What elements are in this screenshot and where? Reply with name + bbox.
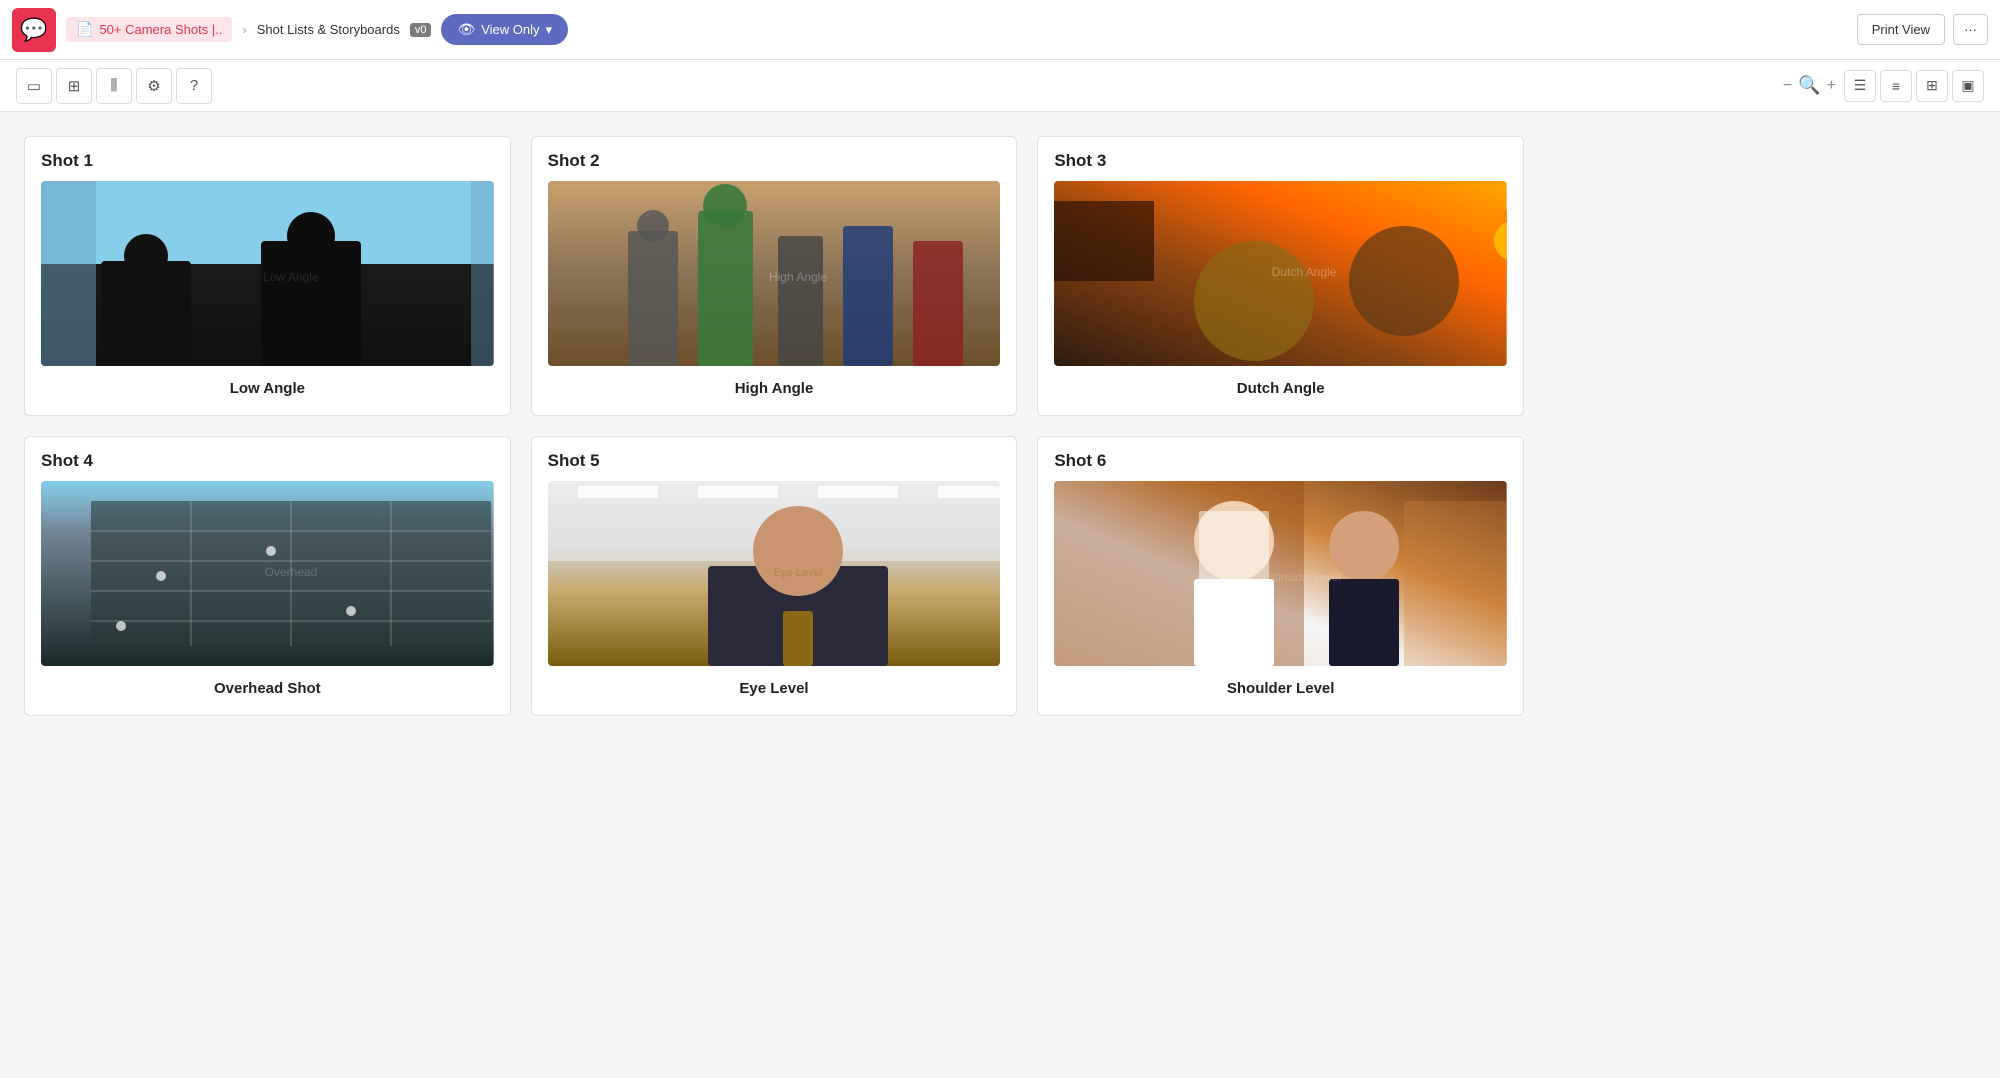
single-column-tool[interactable]: ▭ [16,68,52,104]
view-grid-button[interactable]: ⊞ [1916,70,1948,102]
help-icon: ? [190,77,198,94]
shot-title: Shot 5 [532,437,1017,481]
doc-breadcrumb[interactable]: 📄 50+ Camera Shots |.. [66,17,232,42]
view-only-label: View Only [481,22,539,37]
shot-card-2[interactable]: Shot 2 High Angle High Angle [531,136,1018,416]
shot-label: Dutch Angle [1038,366,1523,415]
shot-image-area: Shoulder Level [1038,481,1523,666]
shot-label: Overhead Shot [25,666,510,715]
help-tool[interactable]: ? [176,68,212,104]
logo-button[interactable]: 💬 [12,8,56,52]
shot-title: Shot 3 [1038,137,1523,181]
zoom-in-button[interactable]: + [1827,77,1836,95]
zoom-icon: 🔍 [1798,75,1820,96]
shot-image: Overhead [41,481,494,666]
svg-text:Shoulder Level: Shoulder Level [1268,572,1341,584]
logo-icon: 💬 [20,17,47,43]
toolbar: ▭ ⊞ ⫼ ⚙ ? − 🔍 + ☰ ≡ ⊞ [0,60,2000,112]
shot-card-4[interactable]: Shot 4 Overhead Overhead Shot [24,436,511,716]
columns-icon: ⫼ [111,77,118,94]
toolbar-right: − 🔍 + ☰ ≡ ⊞ ▣ [1783,70,1984,102]
shot-image-area: Dutch Angle [1038,181,1523,366]
settings-icon: ⚙ [147,77,160,95]
more-options-button[interactable]: ··· [1953,14,1988,45]
zoom-out-button[interactable]: − [1783,77,1792,95]
view-rows-icon: ☰ [1854,77,1867,94]
svg-text:Overhead: Overhead [265,565,318,579]
settings-tool[interactable]: ⚙ [136,68,172,104]
view-full-button[interactable]: ▣ [1952,70,1984,102]
version-badge: v0 [410,23,432,37]
doc-label: 50+ Camera Shots |.. [99,22,222,37]
zoom-controls: − 🔍 + [1783,75,1836,96]
breadcrumb-separator: › [242,22,246,37]
view-full-icon: ▣ [1961,77,1974,94]
header-right: Print View ··· [1857,14,1988,45]
toolbar-left: ▭ ⊞ ⫼ ⚙ ? [16,68,212,104]
view-rows-button[interactable]: ☰ [1844,70,1876,102]
svg-text:Eye Level: Eye Level [774,567,822,579]
shot-label: Low Angle [25,366,510,415]
grid-tool[interactable]: ⊞ [56,68,92,104]
shots-grid: Shot 1 Low Angle Low Angle Shot 2 [24,136,1524,716]
shot-card-3[interactable]: Shot 3 Dutch Angle Dutch Angle [1037,136,1524,416]
header: 💬 📄 50+ Camera Shots |.. › Shot Lists & … [0,0,2000,60]
shot-label: Shoulder Level [1038,666,1523,715]
shot-label: High Angle [532,366,1017,415]
doc-icon: 📄 [76,21,93,38]
shot-card-6[interactable]: Shot 6 Shoulder Level Shoulder Level [1037,436,1524,716]
view-grid-icon: ⊞ [1926,77,1938,94]
shot-title: Shot 1 [25,137,510,181]
shot-image-area: Overhead [25,481,510,666]
shot-label: Eye Level [532,666,1017,715]
shot-image: Dutch Angle [1054,181,1507,366]
view-mode-buttons: ☰ ≡ ⊞ ▣ [1844,70,1984,102]
shot-image-area: Low Angle [25,181,510,366]
shot-card-5[interactable]: Shot 5 Eye Level Eye Level [531,436,1018,716]
shot-card-1[interactable]: Shot 1 Low Angle Low Angle [24,136,511,416]
shot-title: Shot 4 [25,437,510,481]
view-list-button[interactable]: ≡ [1880,70,1912,102]
grid-icon: ⊞ [68,77,81,95]
shot-image: High Angle [548,181,1001,366]
view-list-icon: ≡ [1892,78,1900,94]
shot-image-area: Eye Level [532,481,1017,666]
chevron-down-icon: ▾ [546,22,553,38]
shot-image: Low Angle [41,181,494,366]
svg-text:Low Angle: Low Angle [263,270,319,284]
eye-icon: 👁 [457,21,475,38]
shot-image-area: High Angle [532,181,1017,366]
print-view-button[interactable]: Print View [1857,14,1945,45]
view-only-button[interactable]: 👁 View Only ▾ [441,14,568,45]
shot-title: Shot 2 [532,137,1017,181]
svg-text:Dutch Angle: Dutch Angle [1272,265,1337,279]
main-content: Shot 1 Low Angle Low Angle Shot 2 [0,112,2000,1078]
shot-image: Shoulder Level [1054,481,1507,666]
shot-image: Eye Level [548,481,1001,666]
single-column-icon: ▭ [27,77,41,95]
svg-text:High Angle: High Angle [769,270,827,284]
shot-title: Shot 6 [1038,437,1523,481]
columns-tool[interactable]: ⫼ [96,68,132,104]
breadcrumb-current: Shot Lists & Storyboards [257,22,400,37]
